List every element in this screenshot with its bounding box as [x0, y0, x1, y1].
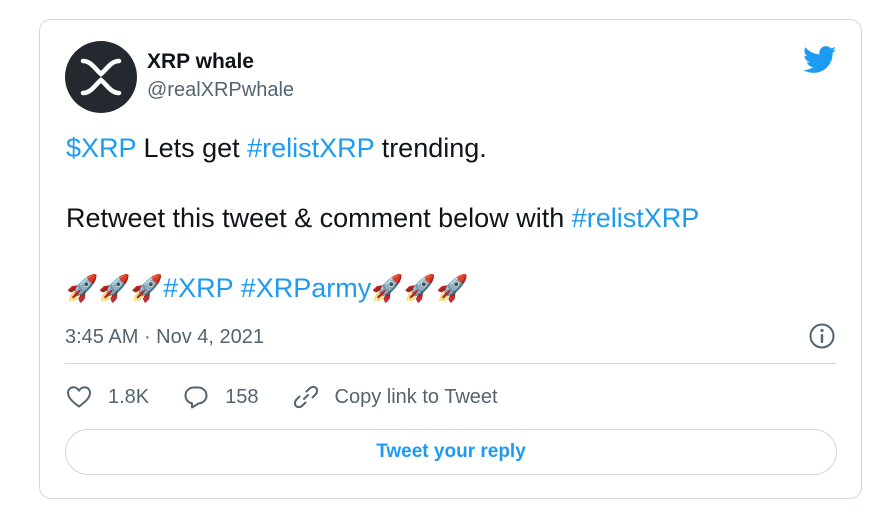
user-info: XRP whale @realXRPwhale	[147, 50, 294, 103]
tweet-text-segment	[233, 273, 241, 303]
xrp-logo-icon	[80, 58, 122, 96]
hashtag-xrparmy[interactable]: #XRParmy	[241, 273, 372, 303]
reply-count: 158	[225, 385, 259, 408]
reply-bubble-icon	[184, 386, 208, 409]
tweet-line-1: $XRP Lets get #relistXRP trending.	[66, 130, 846, 166]
info-icon[interactable]	[808, 322, 836, 350]
tweet-actions: 1.8K 158 Copy link to Tweet	[66, 384, 532, 410]
like-count: 1.8K	[108, 385, 150, 408]
display-name[interactable]: XRP whale	[147, 50, 294, 74]
tweet-text-segment: Lets get	[136, 133, 248, 163]
rocket-emoji-icon: 🚀🚀🚀	[371, 274, 469, 304]
hashtag-xrp[interactable]: #XRP	[163, 273, 233, 303]
copy-link-button[interactable]: Copy link to Tweet	[293, 384, 498, 410]
copy-link-label: Copy link to Tweet	[334, 385, 498, 408]
tweet-reply-button[interactable]: Tweet your reply	[65, 429, 837, 475]
cashtag-xrp[interactable]: $XRP	[66, 133, 136, 163]
rocket-emoji-icon: 🚀🚀🚀	[66, 274, 164, 304]
reply-button[interactable]: 158	[183, 385, 259, 409]
link-icon	[293, 385, 318, 409]
heart-icon	[67, 386, 91, 408]
tweet-text-segment: trending.	[374, 133, 487, 163]
like-button[interactable]: 1.8K	[66, 385, 149, 409]
tweet-text: $XRP Lets get #relistXRP trending. Retwe…	[66, 130, 846, 307]
avatar[interactable]	[65, 41, 137, 113]
tweet-card: XRP whale @realXRPwhale $XRP Lets get #r…	[39, 19, 862, 499]
tweet-text-segment: Retweet this tweet & comment below with	[66, 203, 572, 233]
twitter-bird-icon[interactable]	[803, 46, 837, 74]
hashtag-relistxrp[interactable]: #relistXRP	[247, 133, 374, 163]
hashtag-relistxrp[interactable]: #relistXRP	[572, 203, 700, 233]
tweet-timestamp: 3:45 AM · Nov 4, 2021	[65, 323, 264, 351]
divider	[65, 363, 836, 364]
tweet-line-2: Retweet this tweet & comment below with …	[66, 200, 846, 236]
user-handle[interactable]: @realXRPwhale	[147, 77, 294, 103]
tweet-line-3: 🚀🚀🚀#XRP #XRParmy🚀🚀🚀	[66, 270, 846, 307]
tweet-date[interactable]: Nov 4, 2021	[156, 326, 264, 348]
meta-separator: ·	[138, 326, 157, 348]
tweet-time[interactable]: 3:45 AM	[65, 326, 138, 348]
